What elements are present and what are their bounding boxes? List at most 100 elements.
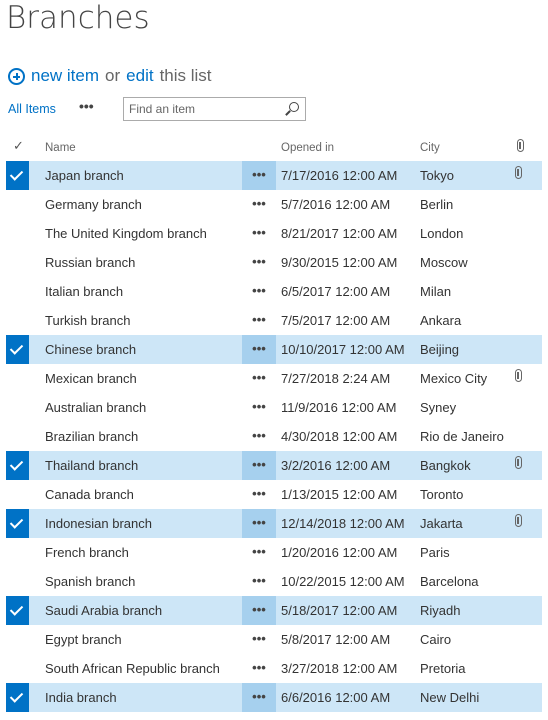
row-menu-button[interactable]: •••: [242, 306, 276, 335]
row-city: Cairo: [420, 632, 452, 647]
row-name-link[interactable]: French branch: [45, 545, 129, 560]
this-list-text: this list: [159, 66, 212, 85]
table-row[interactable]: Germany branch ••• 5/7/2016 12:00 AM Berlin: [6, 190, 542, 219]
table-row[interactable]: Russian branch ••• 9/30/2015 12:00 AM Mosco…: [6, 248, 542, 277]
row-name-link[interactable]: Germany branch: [45, 197, 142, 212]
table-row[interactable]: Japan branch ••• 7/17/2016 12:00 AM Tokyo: [6, 161, 542, 190]
row-name-link[interactable]: South African Republic branch: [45, 661, 220, 676]
list-toolbar: All Items •••: [8, 97, 308, 123]
table-row[interactable]: Turkish branch ••• 7/5/2017 12:00 AM Ankara: [6, 306, 542, 335]
row-name-link[interactable]: Canada branch: [45, 487, 134, 502]
row-city: New Delhi: [420, 690, 480, 705]
row-menu-button[interactable]: •••: [242, 596, 276, 625]
list-body: Japan branch ••• 7/17/2016 12:00 AM Tokyo Ge…: [6, 161, 542, 712]
row-name-link[interactable]: India branch: [45, 690, 117, 705]
edit-list-link[interactable]: edit: [126, 66, 153, 86]
row-menu-button[interactable]: •••: [242, 683, 276, 712]
search-box: [123, 97, 306, 121]
row-menu-button[interactable]: •••: [242, 480, 276, 509]
row-checkbox[interactable]: [6, 683, 29, 712]
row-city: Jakarta: [420, 516, 463, 531]
row-opened-date: 1/13/2015 12:00 AM: [281, 487, 398, 502]
row-city: Beijing: [420, 342, 460, 357]
row-menu-button[interactable]: •••: [242, 654, 276, 683]
row-name-link[interactable]: Indonesian branch: [45, 516, 152, 531]
new-item-link[interactable]: new item: [31, 66, 99, 86]
row-name-link[interactable]: Italian branch: [45, 284, 123, 299]
row-name-link[interactable]: Thailand branch: [45, 458, 138, 473]
table-row[interactable]: Chinese branch ••• 10/10/2017 12:00 AM Beij…: [6, 335, 542, 364]
row-name-link[interactable]: Mexican branch: [45, 371, 137, 386]
row-city: Tokyo: [420, 168, 454, 183]
row-city: Toronto: [420, 487, 464, 502]
row-opened-date: 10/22/2015 12:00 AM: [281, 574, 405, 589]
row-menu-button[interactable]: •••: [242, 625, 276, 654]
table-row[interactable]: The United Kingdom branch ••• 8/21/2017 12…: [6, 219, 542, 248]
table-row[interactable]: Egypt branch ••• 5/8/2017 12:00 AM Cairo: [6, 625, 542, 654]
row-name-link[interactable]: The United Kingdom branch: [45, 226, 207, 241]
row-city: Barcelona: [420, 574, 479, 589]
paperclip-icon: [515, 456, 522, 469]
column-header-opened[interactable]: Opened in: [281, 142, 334, 154]
row-opened-date: 5/18/2017 12:00 AM: [281, 603, 398, 618]
row-menu-button[interactable]: •••: [242, 422, 276, 451]
table-row[interactable]: Australian branch ••• 11/9/2016 12:00 AM Sy…: [6, 393, 542, 422]
search-input[interactable]: [124, 99, 279, 119]
new-item-row: new item or edit this list: [8, 66, 212, 86]
row-checkbox[interactable]: [6, 161, 29, 190]
checkmark-icon: [9, 602, 24, 616]
row-name-link[interactable]: Australian branch: [45, 400, 146, 415]
search-icon[interactable]: [289, 102, 299, 112]
row-city: Pretoria: [420, 661, 466, 676]
row-checkbox[interactable]: [6, 509, 29, 538]
table-row[interactable]: Brazilian branch ••• 4/30/2018 12:00 AM Rio…: [6, 422, 542, 451]
table-row[interactable]: Canada branch ••• 1/13/2015 12:00 AM Toront…: [6, 480, 542, 509]
row-checkbox[interactable]: [6, 451, 29, 480]
row-opened-date: 12/14/2018 12:00 AM: [281, 516, 405, 531]
table-row[interactable]: Mexican branch ••• 7/27/2018 2:24 AM Mexico…: [6, 364, 542, 393]
row-name-link[interactable]: Egypt branch: [45, 632, 122, 647]
checkmark-icon: [9, 457, 24, 471]
row-name-link[interactable]: Chinese branch: [45, 342, 136, 357]
row-opened-date: 5/8/2017 12:00 AM: [281, 632, 391, 647]
row-menu-button[interactable]: •••: [242, 161, 276, 190]
checkmark-icon: [9, 341, 24, 355]
row-menu-button[interactable]: •••: [242, 335, 276, 364]
table-row[interactable]: Italian branch ••• 6/5/2017 12:00 AM Milan: [6, 277, 542, 306]
row-name-link[interactable]: Brazilian branch: [45, 429, 138, 444]
row-menu-button[interactable]: •••: [242, 509, 276, 538]
row-checkbox[interactable]: [6, 596, 29, 625]
row-name-link[interactable]: Turkish branch: [45, 313, 131, 328]
table-row[interactable]: Saudi Arabia branch ••• 5/18/2017 12:00 AM…: [6, 596, 542, 625]
row-menu-button[interactable]: •••: [242, 538, 276, 567]
row-name-link[interactable]: Saudi Arabia branch: [45, 603, 162, 618]
row-city: Mexico City: [420, 371, 488, 386]
row-city: Bangkok: [420, 458, 471, 473]
row-name-link[interactable]: Japan branch: [45, 168, 124, 183]
select-all-checkmark[interactable]: ✓: [13, 138, 24, 154]
row-name-link[interactable]: Spanish branch: [45, 574, 135, 589]
row-menu-button[interactable]: •••: [242, 567, 276, 596]
row-menu-button[interactable]: •••: [242, 451, 276, 480]
row-menu-button[interactable]: •••: [242, 190, 276, 219]
table-row[interactable]: French branch ••• 1/20/2016 12:00 AM Paris: [6, 538, 542, 567]
table-row[interactable]: India branch ••• 6/6/2016 12:00 AM New Delh…: [6, 683, 542, 712]
column-header-name[interactable]: Name: [45, 142, 76, 154]
table-row[interactable]: Spanish branch ••• 10/22/2015 12:00 AM Barc…: [6, 567, 542, 596]
paperclip-icon: [515, 514, 522, 527]
view-all-items[interactable]: All Items: [8, 102, 56, 116]
table-row[interactable]: Indonesian branch ••• 12/14/2018 12:00 AM J…: [6, 509, 542, 538]
row-menu-button[interactable]: •••: [242, 277, 276, 306]
row-menu-button[interactable]: •••: [242, 393, 276, 422]
row-name-link[interactable]: Russian branch: [45, 255, 135, 270]
view-more-button[interactable]: •••: [79, 98, 94, 114]
or-text: or: [105, 66, 121, 85]
row-menu-button[interactable]: •••: [242, 219, 276, 248]
table-row[interactable]: South African Republic branch ••• 3/27/201…: [6, 654, 542, 683]
row-menu-button[interactable]: •••: [242, 364, 276, 393]
add-circle-icon[interactable]: [8, 67, 25, 85]
row-checkbox[interactable]: [6, 335, 29, 364]
row-menu-button[interactable]: •••: [242, 248, 276, 277]
table-row[interactable]: Thailand branch ••• 3/2/2016 12:00 AM Bangk…: [6, 451, 542, 480]
column-header-city[interactable]: City: [420, 142, 440, 154]
